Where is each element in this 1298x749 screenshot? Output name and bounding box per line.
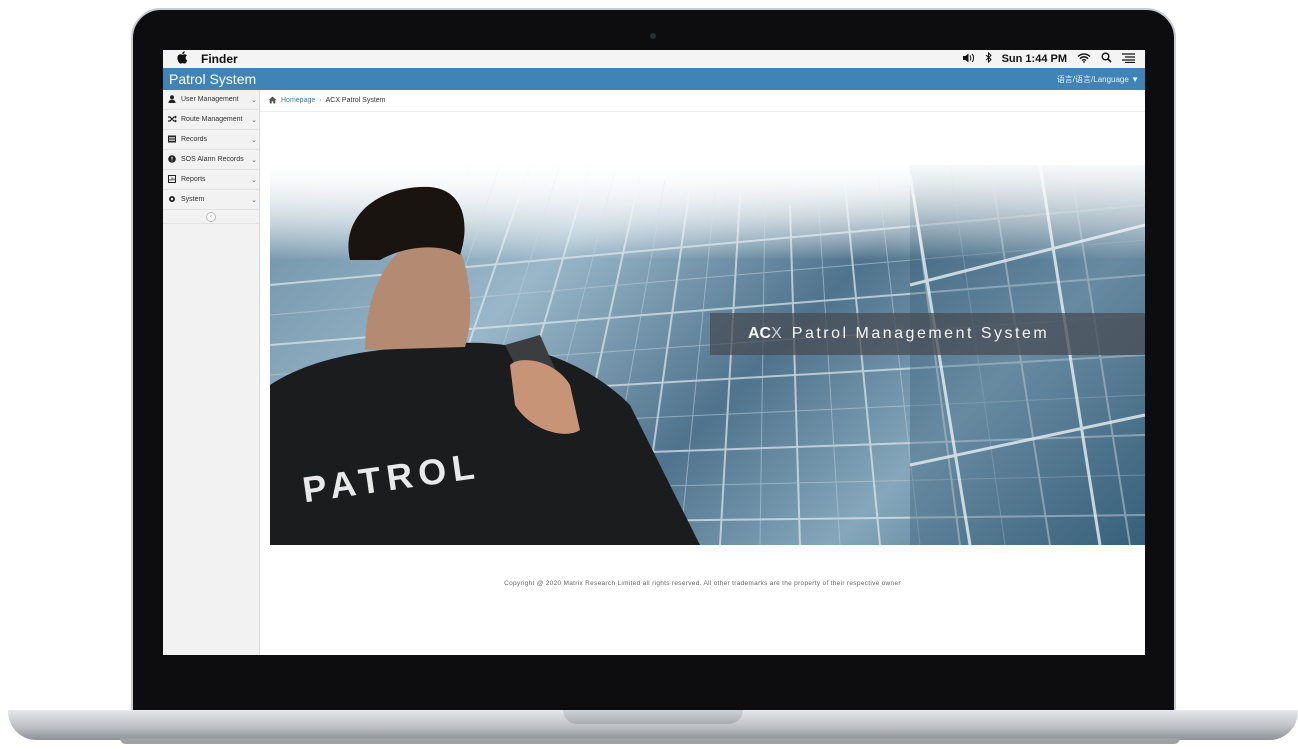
sidebar: User Management ⌄ Route Management ⌄ Rec… xyxy=(163,90,260,655)
laptop-notch xyxy=(563,710,743,724)
home-icon xyxy=(268,96,277,106)
chevron-down-icon: ⌄ xyxy=(251,116,257,124)
alarm-icon xyxy=(167,154,177,165)
menubar-clock[interactable]: Sun 1:44 PM xyxy=(1002,53,1067,65)
breadcrumb-current: ACX Patrol System xyxy=(325,97,386,104)
chevron-down-icon: ⌄ xyxy=(251,176,257,184)
language-selector[interactable]: 语言/语言/Language ▼ xyxy=(1057,74,1139,85)
sidebar-item-label: User Management xyxy=(181,96,239,103)
system-icon xyxy=(167,195,177,205)
app-title: Patrol System xyxy=(169,71,257,87)
sidebar-item-label: Route Management xyxy=(181,116,243,123)
language-label: 语言/语言/Language xyxy=(1056,74,1129,84)
screen: Finder Sun 1:44 PM Patrol System 语言/语言/L… xyxy=(163,50,1145,655)
hero-caption: AC X Patrol Management System xyxy=(710,313,1145,355)
breadcrumb: Homepage › ACX Patrol System xyxy=(260,90,1145,112)
wifi-icon[interactable] xyxy=(1077,52,1091,66)
user-icon xyxy=(167,94,177,105)
sidebar-item-label: SOS Alarm Records xyxy=(181,156,244,163)
bluetooth-icon[interactable] xyxy=(985,51,992,66)
chevron-down-icon: ⌄ xyxy=(251,156,257,164)
caption-brand-x: X xyxy=(771,325,782,342)
breadcrumb-separator: › xyxy=(319,97,322,104)
volume-icon[interactable] xyxy=(962,53,975,66)
chevron-down-icon: ⌄ xyxy=(251,196,257,204)
sidebar-item-system[interactable]: System ⌄ xyxy=(163,190,259,210)
sidebar-item-user-management[interactable]: User Management ⌄ xyxy=(163,90,259,110)
sidebar-item-label: Records xyxy=(181,136,208,143)
shuffle-icon xyxy=(167,115,177,125)
mac-menubar: Finder Sun 1:44 PM xyxy=(163,50,1145,68)
sidebar-item-sos-alarm-records[interactable]: SOS Alarm Records ⌄ xyxy=(163,150,259,170)
spotlight-search-icon[interactable] xyxy=(1101,52,1112,66)
sidebar-item-route-management[interactable]: Route Management ⌄ xyxy=(163,110,259,130)
hero-banner: PATROL AC X Patrol Management System xyxy=(270,165,1145,545)
sidebar-collapse-row: ‹ xyxy=(163,210,259,224)
caption-brand-ac: AC xyxy=(748,325,772,342)
chevron-down-icon: ⌄ xyxy=(251,136,257,144)
sidebar-collapse-button[interactable]: ‹ xyxy=(206,211,216,222)
chevron-down-icon: ⌄ xyxy=(251,96,257,104)
apple-logo-icon[interactable] xyxy=(177,51,191,67)
language-caret: ▼ xyxy=(1131,74,1139,84)
caption-text: Patrol Management System xyxy=(791,325,1050,342)
breadcrumb-home-link[interactable]: Homepage xyxy=(281,97,315,104)
footer-copyright: Copyright @ 2020 Matrix Research Limited… xyxy=(504,580,901,587)
webcam xyxy=(650,33,656,39)
active-app-name[interactable]: Finder xyxy=(201,52,238,66)
menubar-status-area: Sun 1:44 PM xyxy=(962,51,1135,66)
laptop-base-edge xyxy=(120,738,1180,744)
menu-list-icon[interactable] xyxy=(1122,52,1135,66)
records-icon xyxy=(167,135,177,145)
laptop-chin xyxy=(163,660,1145,700)
sidebar-item-records[interactable]: Records ⌄ xyxy=(163,130,259,150)
main-content: Homepage › ACX Patrol System PATROL AC X… xyxy=(260,90,1145,655)
app-header: Patrol System 语言/语言/Language ▼ xyxy=(163,68,1145,90)
report-icon xyxy=(167,174,177,185)
sidebar-item-label: Reports xyxy=(181,176,206,183)
sidebar-item-label: System xyxy=(181,196,205,203)
sidebar-item-reports[interactable]: Reports ⌄ xyxy=(163,170,259,190)
